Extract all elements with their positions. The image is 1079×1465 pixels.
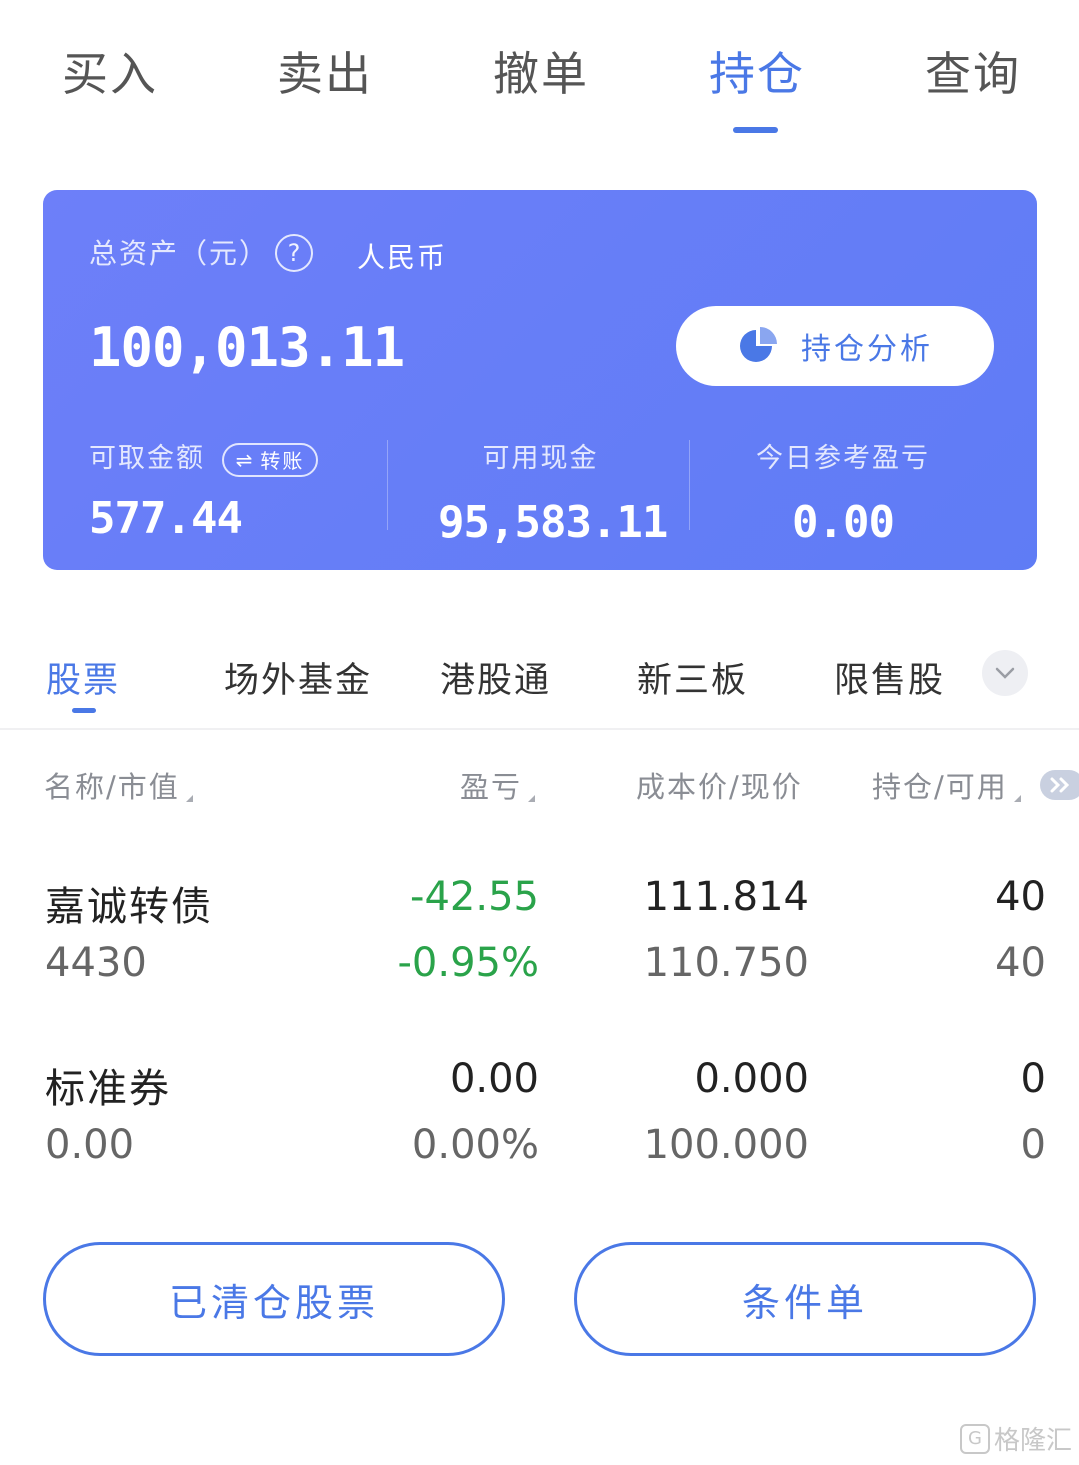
pl-percent: 0.00%	[411, 1122, 539, 1168]
tab-restricted-shares[interactable]: 限售股	[834, 652, 945, 703]
header-hold-avail[interactable]: 持仓/可用	[872, 764, 1021, 806]
top-tab-bar: 买入 卖出 撤单 持仓 查询	[0, 0, 1079, 140]
watermark: G 格隆汇	[960, 1420, 1072, 1457]
active-tab-indicator	[733, 127, 778, 133]
withdrawable-block: 可取金额 ⇌ 转账 577.44	[89, 436, 319, 544]
cost-price: 111.814	[643, 874, 809, 920]
available-qty: 0	[1020, 1122, 1046, 1168]
market-value: 0.00	[45, 1122, 135, 1168]
today-pl-block: 今日参考盈亏 0.00	[733, 436, 953, 548]
watermark-logo-icon: G	[960, 1423, 990, 1454]
today-pl-label: 今日参考盈亏	[756, 443, 930, 474]
pl-value: 0.00	[449, 1056, 539, 1102]
current-price: 100.000	[643, 1122, 809, 1168]
tab-positions[interactable]: 持仓	[709, 38, 805, 104]
total-assets-value: 100,013.11	[89, 316, 405, 379]
cost-price: 0.000	[694, 1056, 809, 1102]
pl-percent: -0.95%	[397, 940, 539, 986]
available-qty: 40	[995, 940, 1046, 986]
scroll-right-icon[interactable]	[1040, 770, 1079, 800]
withdrawable-label: 可取金额	[89, 443, 205, 474]
today-pl-value: 0.00	[792, 497, 895, 548]
currency-label[interactable]: 人民币	[357, 236, 447, 276]
cleared-stocks-button[interactable]: 已清仓股票	[43, 1242, 505, 1356]
sort-icon	[185, 795, 193, 802]
tab-buy[interactable]: 买入	[62, 38, 158, 104]
stock-name: 嘉诚转债	[45, 884, 213, 930]
asset-summary-card: 总资产（元） ? 人民币 100,013.11 持仓分析 可取金额 ⇌ 转账 5…	[43, 190, 1037, 570]
current-price: 110.750	[643, 940, 809, 986]
tab-cancel-order[interactable]: 撤单	[493, 38, 589, 104]
sort-icon	[1013, 795, 1021, 802]
withdrawable-value: 577.44	[89, 492, 243, 544]
header-cost-price[interactable]: 成本价/现价	[636, 764, 803, 806]
header-name-value[interactable]: 名称/市值	[44, 764, 193, 806]
chevron-down-icon[interactable]	[982, 650, 1028, 696]
tab-query[interactable]: 查询	[925, 38, 1021, 104]
tab-hk-connect[interactable]: 港股通	[440, 652, 551, 703]
transfer-icon: ⇌	[235, 447, 255, 472]
tab-neeq[interactable]: 新三板	[637, 652, 748, 703]
header-pl[interactable]: 盈亏	[460, 764, 536, 806]
position-analysis-button[interactable]: 持仓分析	[676, 306, 994, 386]
tab-sell[interactable]: 卖出	[277, 38, 373, 104]
divider	[387, 440, 388, 530]
category-tab-indicator	[72, 708, 96, 713]
sort-icon	[528, 795, 536, 802]
conditional-order-button[interactable]: 条件单	[574, 1242, 1036, 1356]
stock-name: 标准券	[45, 1066, 171, 1112]
help-icon[interactable]: ?	[275, 234, 313, 272]
transfer-label: 转账	[260, 449, 305, 473]
transfer-button[interactable]: ⇌ 转账	[221, 442, 319, 477]
tab-stocks[interactable]: 股票	[46, 652, 120, 703]
available-cash-block: 可用现金 95,583.11	[438, 436, 668, 548]
available-cash-label: 可用现金	[482, 443, 599, 474]
market-value: 4430	[45, 940, 147, 986]
holding-qty: 40	[995, 874, 1046, 920]
holding-qty: 0	[1020, 1056, 1046, 1102]
pl-value: -42.55	[410, 874, 539, 920]
pie-chart-icon	[740, 327, 777, 362]
divider	[689, 440, 690, 530]
available-cash-value: 95,583.11	[438, 497, 668, 548]
watermark-text: 格隆汇	[994, 1426, 1073, 1456]
separator	[0, 728, 1079, 730]
total-assets-label: 总资产（元）	[89, 237, 270, 270]
tab-otc-funds[interactable]: 场外基金	[224, 652, 372, 703]
position-analysis-label: 持仓分析	[801, 332, 933, 367]
